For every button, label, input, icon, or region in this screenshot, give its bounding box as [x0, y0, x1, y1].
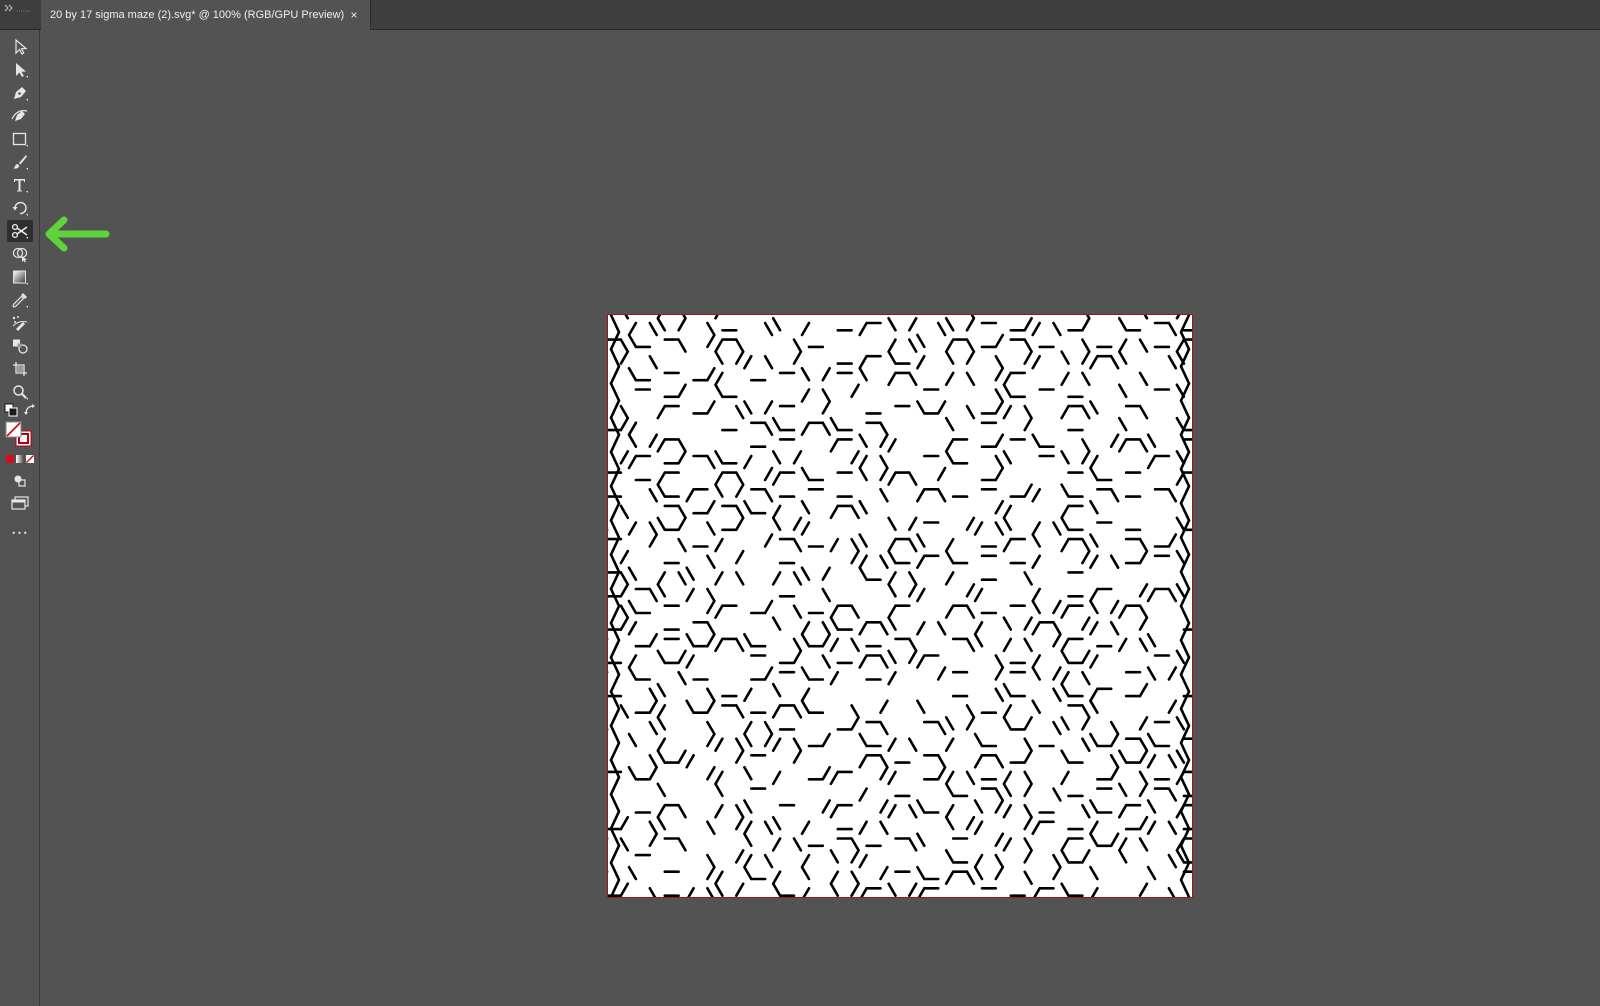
- artboard[interactable]: [607, 314, 1193, 898]
- brush-icon: [13, 155, 28, 170]
- rotate-icon: [12, 201, 28, 216]
- pen-icon: [14, 87, 28, 101]
- shape-builder-tool[interactable]: [7, 243, 33, 265]
- eyedropper-icon: [12, 293, 28, 308]
- more-tools-icon: •••: [11, 528, 29, 538]
- default-fill-stroke-button[interactable]: [3, 402, 19, 418]
- close-tab-icon[interactable]: ×: [346, 7, 362, 23]
- gradient-tool[interactable]: [7, 266, 33, 288]
- artboard-tool[interactable]: [7, 358, 33, 380]
- maze-wall-segments: [608, 315, 1192, 897]
- scissors-tool[interactable]: [7, 220, 33, 242]
- direct-selection-tool[interactable]: [7, 59, 33, 81]
- selection-tool[interactable]: [7, 36, 33, 58]
- arrow-solid-icon: [16, 63, 28, 78]
- zoom-tool[interactable]: [7, 381, 33, 403]
- type-icon: [14, 179, 28, 193]
- type-tool[interactable]: [7, 174, 33, 196]
- tools-panel: •••: [0, 30, 40, 1006]
- draw-mode-icon: [14, 475, 26, 487]
- eyedropper-tool[interactable]: [7, 289, 33, 311]
- document-tab-title: 20 by 17 sigma maze (2).svg* @ 100% (RGB…: [50, 9, 345, 21]
- artboard-icon: [13, 362, 27, 376]
- paintbrush-tool[interactable]: [7, 151, 33, 173]
- document-tab-bar: 20 by 17 sigma maze (2).svg* @ 100% (RGB…: [0, 0, 1600, 30]
- fill-stroke-swatches[interactable]: [4, 420, 36, 450]
- green-arrow-icon: [45, 216, 110, 252]
- default-colors-icon: [4, 403, 18, 417]
- collapse-panel-icon[interactable]: [4, 3, 34, 27]
- arrow-outline-icon: [15, 38, 28, 55]
- swap-fill-stroke-button[interactable]: [22, 402, 38, 418]
- blend-icon: [13, 339, 28, 354]
- maze-artwork[interactable]: [608, 315, 1192, 897]
- symbol-sprayer-tool[interactable]: [7, 312, 33, 334]
- rectangle-tool[interactable]: [7, 128, 33, 150]
- color-gradient-none-icon: [6, 454, 35, 464]
- fill-stroke-icon: [5, 421, 32, 447]
- draw-mode-button[interactable]: [7, 470, 33, 492]
- edit-toolbar-button[interactable]: •••: [7, 522, 33, 544]
- screen-mode-icon: [11, 496, 29, 510]
- color-mode-buttons[interactable]: [5, 453, 35, 465]
- pen-tool[interactable]: [7, 82, 33, 104]
- document-tab[interactable]: 20 by 17 sigma maze (2).svg* @ 100% (RGB…: [41, 0, 371, 30]
- swap-arrow-icon: [24, 404, 35, 415]
- curvature-icon: [11, 110, 28, 121]
- scissors-icon: [11, 223, 28, 239]
- curvature-tool[interactable]: [7, 105, 33, 127]
- canvas[interactable]: [40, 30, 1600, 1006]
- gradient-icon: [13, 270, 28, 285]
- blend-tool[interactable]: [7, 335, 33, 357]
- annotation-arrow: [42, 214, 112, 258]
- maze-walls: [608, 315, 1192, 897]
- rectangle-icon: [12, 132, 28, 147]
- rotate-tool[interactable]: [7, 197, 33, 219]
- sprayer-icon: [12, 316, 28, 331]
- zoom-icon: [13, 385, 28, 400]
- shape-builder-icon: [12, 247, 28, 263]
- illustrator-window: 20 by 17 sigma maze (2).svg* @ 100% (RGB…: [0, 0, 1600, 1006]
- screen-mode-button[interactable]: [7, 492, 33, 514]
